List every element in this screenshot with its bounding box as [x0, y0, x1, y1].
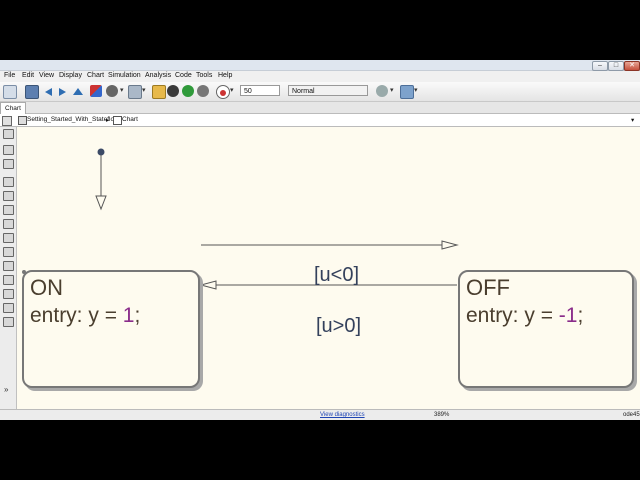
- stateflow-editor-window: – □ ✕ File Edit View Display Chart Simul…: [0, 60, 640, 420]
- up-icon[interactable]: [72, 85, 84, 97]
- state-off-action-suffix: ;: [577, 304, 584, 327]
- default-transition-tool-icon[interactable]: [3, 205, 14, 215]
- debug-icon[interactable]: [128, 85, 142, 99]
- view-diagnostics-link[interactable]: View diagnostics: [320, 412, 365, 418]
- menu-file[interactable]: File: [4, 72, 15, 79]
- tool-palette: »: [0, 127, 17, 409]
- model-icon: [18, 116, 27, 125]
- tab-chart[interactable]: Chart: [0, 102, 26, 114]
- breadcrumb-chart[interactable]: Chart: [122, 116, 138, 123]
- annotation-tool-icon[interactable]: [3, 289, 14, 299]
- toolbar: ▾ ▾ ▾ 50 Normal ▾ ▾: [0, 82, 640, 102]
- step-back-icon[interactable]: [167, 85, 179, 97]
- menu-simulation[interactable]: Simulation: [108, 72, 141, 79]
- state-off-action-value: -1: [558, 304, 578, 327]
- default-transition-dot[interactable]: [97, 148, 105, 156]
- zoom-100-icon[interactable]: [3, 159, 14, 169]
- menu-bar: File Edit View Display Chart Simulation …: [0, 71, 640, 82]
- chevron-down-icon[interactable]: ▾: [142, 86, 146, 94]
- state-tool-icon[interactable]: [3, 177, 14, 187]
- simulink-function-tool-icon[interactable]: [3, 275, 14, 285]
- stop-time-input[interactable]: 50: [240, 85, 280, 96]
- maximize-button[interactable]: □: [608, 61, 624, 71]
- menu-view[interactable]: View: [39, 72, 54, 79]
- simulation-mode-value: Normal: [292, 88, 315, 95]
- forward-icon[interactable]: [57, 85, 69, 97]
- state-on-box[interactable]: ON entry: y = 1;: [22, 270, 200, 388]
- back-icon[interactable]: [42, 85, 54, 97]
- menu-code[interactable]: Code: [175, 72, 192, 79]
- solver-name: ode45: [623, 412, 640, 418]
- chart-canvas[interactable]: ON entry: y = 1; OFF entry: y = -1; [u<0…: [17, 127, 640, 409]
- fit-view-icon[interactable]: [3, 145, 14, 155]
- state-off-name: OFF: [466, 275, 510, 300]
- graphical-function-tool-icon[interactable]: [3, 233, 14, 243]
- simulation-mode-select[interactable]: Normal: [288, 85, 368, 96]
- tab-bar: Chart: [0, 102, 640, 114]
- transition-off-to-on-arrowhead: [199, 280, 217, 290]
- state-off-box[interactable]: OFF entry: y = -1;: [458, 270, 634, 388]
- box-tool-icon[interactable]: [3, 219, 14, 229]
- step-forward-icon[interactable]: [197, 85, 209, 97]
- title-bar: – □ ✕: [0, 60, 640, 71]
- menu-tools[interactable]: Tools: [196, 72, 212, 79]
- chevron-right-icon: ▸: [106, 117, 110, 124]
- history-junction-tool-icon[interactable]: [3, 317, 14, 327]
- grid-icon[interactable]: [400, 85, 414, 99]
- state-on-action-value: 1: [122, 304, 135, 327]
- save-icon[interactable]: [25, 85, 39, 99]
- menu-help[interactable]: Help: [218, 72, 232, 79]
- transition-label-u-lt-0[interactable]: [u<0]: [314, 264, 359, 287]
- state-off-action-prefix: entry: y =: [466, 304, 559, 327]
- library-browser-icon[interactable]: [90, 85, 102, 97]
- state-on-entry-action: entry: y = 1;: [30, 304, 140, 328]
- breadcrumb: Setting_Started_With_Stateflow ▸ Chart ▾: [0, 114, 640, 127]
- chevron-down-icon[interactable]: ▾: [230, 86, 234, 94]
- run-icon[interactable]: [182, 85, 194, 97]
- zoom-level: 389%: [434, 412, 450, 418]
- default-transition-arrowhead: [95, 195, 107, 211]
- model-advisor-icon[interactable]: [376, 85, 388, 97]
- state-on-name: ON: [30, 275, 63, 300]
- state-off-entry-action: entry: y = -1;: [466, 304, 583, 328]
- state-on-action-suffix: ;: [134, 304, 141, 327]
- menu-chart[interactable]: Chart: [87, 72, 104, 79]
- transition-label-u-gt-0[interactable]: [u>0]: [316, 315, 361, 338]
- menu-edit[interactable]: Edit: [22, 72, 34, 79]
- breadcrumb-model[interactable]: Setting_Started_With_Stateflow: [27, 116, 119, 123]
- model-settings-icon[interactable]: [3, 85, 17, 99]
- close-button[interactable]: ✕: [624, 61, 640, 71]
- menu-analysis[interactable]: Analysis: [145, 72, 171, 79]
- menu-display[interactable]: Display: [59, 72, 82, 79]
- minimize-button[interactable]: –: [592, 61, 608, 71]
- chevron-down-icon[interactable]: ▾: [390, 86, 394, 94]
- truth-table-tool-icon[interactable]: [3, 247, 14, 257]
- expand-palette-icon[interactable]: »: [4, 385, 8, 394]
- matlab-function-tool-icon[interactable]: [3, 261, 14, 271]
- transition-on-to-off-arrowhead: [441, 240, 459, 250]
- status-bar: View diagnostics 389% ode45: [0, 409, 640, 420]
- zoom-icon[interactable]: [3, 129, 14, 139]
- state-on-action-prefix: entry: y =: [30, 304, 123, 327]
- chevron-down-icon[interactable]: ▾: [120, 86, 124, 94]
- hide-explorer-icon[interactable]: [2, 116, 12, 126]
- model-explorer-icon[interactable]: [106, 85, 118, 97]
- image-tool-icon[interactable]: [3, 303, 14, 313]
- chevron-down-icon[interactable]: ▾: [414, 86, 418, 94]
- build-icon[interactable]: [152, 85, 166, 99]
- record-icon[interactable]: [216, 85, 230, 99]
- chevron-down-icon[interactable]: ▾: [631, 116, 634, 124]
- chart-icon: [113, 116, 122, 125]
- junction-tool-icon[interactable]: [3, 191, 14, 201]
